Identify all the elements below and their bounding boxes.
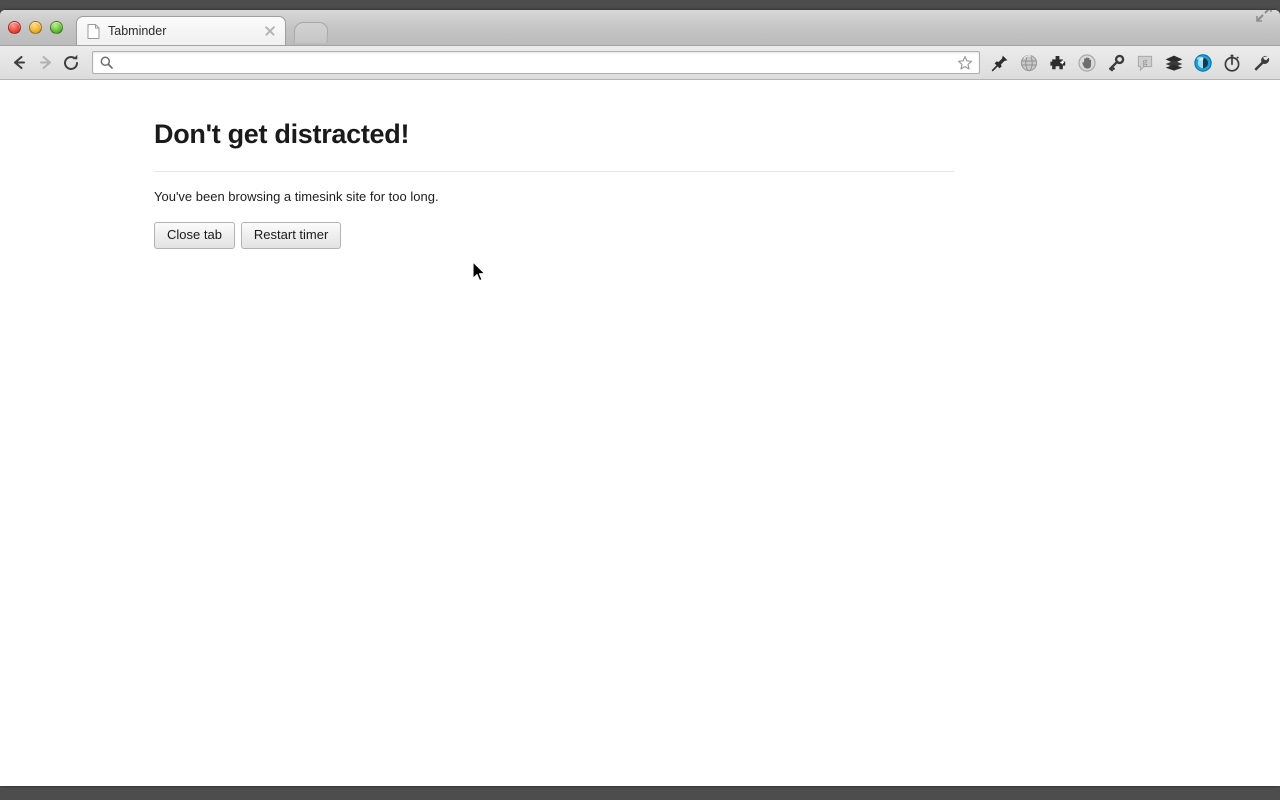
action-button-row: Close tab Restart timer: [154, 221, 800, 249]
address-bar[interactable]: [92, 51, 980, 74]
browser-window: Tabminder g Don't get distracted! You've…: [0, 10, 1280, 786]
address-bar-input[interactable]: [114, 53, 957, 72]
window-close-button[interactable]: [8, 21, 21, 34]
tab-title: Tabminder: [108, 24, 167, 38]
mouse-cursor: [472, 261, 488, 285]
extension-toolbar: g: [986, 49, 1274, 76]
reload-icon[interactable]: [58, 50, 84, 76]
window-zoom-button[interactable]: [50, 21, 63, 34]
content-wrapper: Don't get distracted! You've been browsi…: [0, 80, 954, 249]
tab-close-icon[interactable]: [263, 24, 277, 38]
key-icon[interactable]: [1102, 49, 1129, 76]
svg-text:g: g: [1142, 57, 1147, 67]
puzzle-plus-icon[interactable]: [1044, 49, 1071, 76]
page-document-icon: [87, 23, 100, 39]
blue-eye-circle-icon[interactable]: [1189, 49, 1216, 76]
google-speech-bubble-icon[interactable]: g: [1131, 49, 1158, 76]
bookmark-star-icon[interactable]: [957, 55, 973, 71]
stopwatch-timer-icon[interactable]: [1218, 49, 1245, 76]
divider: [154, 170, 954, 172]
browser-tab[interactable]: Tabminder: [76, 16, 286, 45]
tab-list: Tabminder: [76, 16, 329, 45]
globe-icon[interactable]: [1015, 49, 1042, 76]
desktop-background: Tabminder g Don't get distracted! You've…: [0, 0, 1280, 800]
fullscreen-expand-icon[interactable]: [1254, 10, 1274, 24]
page-message: You've been browsing a timesink site for…: [154, 188, 439, 204]
browser-toolbar: g: [0, 46, 1280, 80]
tab-strip: Tabminder: [0, 10, 1280, 46]
window-minimize-button[interactable]: [29, 21, 42, 34]
back-arrow-icon[interactable]: [6, 50, 32, 76]
layers-stack-icon[interactable]: [1160, 49, 1187, 76]
page-content: Don't get distracted! You've been browsi…: [0, 80, 1280, 785]
stop-hand-icon[interactable]: [1073, 49, 1100, 76]
close-tab-button[interactable]: Close tab: [154, 221, 235, 249]
search-icon: [99, 55, 114, 70]
new-tab-button[interactable]: [293, 22, 329, 43]
page-title: Don't get distracted!: [154, 119, 410, 149]
pin-icon[interactable]: [986, 49, 1013, 76]
restart-timer-button[interactable]: Restart timer: [240, 221, 342, 249]
forward-arrow-icon[interactable]: [32, 50, 58, 76]
wrench-menu-icon[interactable]: [1247, 49, 1274, 76]
window-controls: [8, 21, 63, 34]
